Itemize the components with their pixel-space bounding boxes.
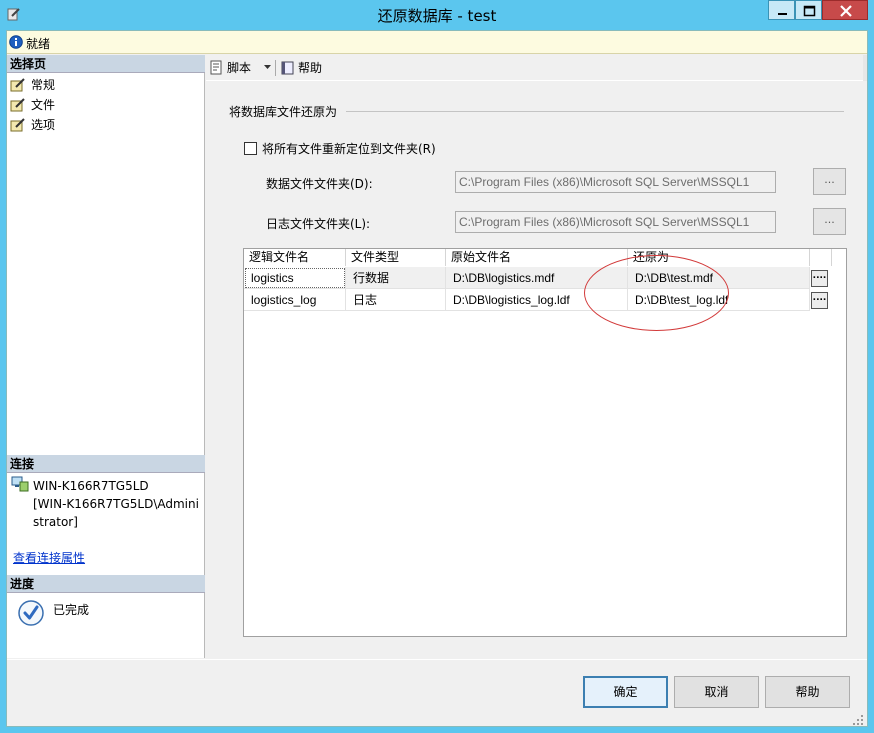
relocate-all-files-checkbox[interactable] — [244, 142, 257, 155]
close-button[interactable] — [822, 0, 868, 20]
script-label: 脚本 — [227, 61, 252, 75]
cell-restore-as[interactable]: D:\DB\test.mdf — [628, 267, 810, 289]
row-browse-button[interactable]: .... — [811, 270, 828, 287]
page-icon — [10, 78, 25, 92]
connection-user-line1: [WIN-K166R7TG5LD\Admini — [33, 497, 199, 511]
select-page-header: 选择页 — [7, 55, 205, 73]
table-row[interactable]: logistics_log 日志 D:\DB\logistics_log.ldf… — [244, 289, 832, 311]
log-folder-label: 日志文件文件夹(L): — [266, 217, 371, 231]
minimize-button[interactable] — [768, 0, 795, 20]
script-icon — [210, 60, 222, 75]
ok-button[interactable]: 确定 — [583, 676, 668, 708]
chevron-down-icon — [264, 65, 271, 69]
left-pane: 选择页 常规 文件 选项 连接 WIN-K166R7TG5LD [WIN-K16… — [7, 55, 205, 658]
cell-original-file-name[interactable]: D:\DB\logistics.mdf — [446, 267, 628, 289]
info-icon — [9, 35, 23, 49]
checkmark-icon — [18, 600, 44, 626]
maximize-button[interactable] — [795, 0, 822, 20]
toolbar: 脚本 帮助 — [206, 55, 867, 81]
log-folder-input[interactable]: C:\Program Files (x86)\Microsoft SQL Ser… — [455, 211, 776, 233]
table-row[interactable]: logistics 行数据 D:\DB\logistics.mdf D:\DB\… — [244, 267, 832, 289]
status-text: 就绪 — [26, 37, 51, 51]
button-bar: 确定 取消 帮助 — [7, 659, 867, 726]
cell-logical-name[interactable]: logistics — [244, 267, 346, 289]
script-button[interactable]: 脚本 — [209, 60, 271, 76]
help-button[interactable]: 帮助 — [765, 676, 850, 708]
window-title: 还原数据库 - test — [377, 7, 497, 25]
column-header-logical-name[interactable]: 逻辑文件名 — [244, 249, 346, 266]
restore-database-window: 还原数据库 - test 就绪 选择页 常规 文件 选项 连接 WIN-K166… — [0, 0, 874, 733]
view-connection-properties-link[interactable]: 查看连接属性 — [13, 549, 85, 566]
cell-original-file-name[interactable]: D:\DB\logistics_log.ldf — [446, 289, 628, 311]
log-folder-browse-button[interactable]: ... — [813, 208, 846, 235]
column-header-browse — [810, 249, 832, 266]
title-bar[interactable]: 还原数据库 - test — [0, 0, 874, 30]
toolbar-separator — [275, 60, 276, 76]
minimize-icon — [778, 13, 787, 15]
connection-info: WIN-K166R7TG5LD [WIN-K166R7TG5LD\Admini … — [33, 477, 203, 531]
column-header-original-file-name[interactable]: 原始文件名 — [446, 249, 628, 266]
relocate-all-files-label[interactable]: 将所有文件重新定位到文件夹(R) — [262, 140, 436, 157]
cell-restore-as[interactable]: D:\DB\test_log.ldf — [628, 289, 810, 311]
row-browse-button[interactable]: .... — [811, 292, 828, 309]
status-bar: 就绪 — [7, 31, 867, 54]
right-pane: 脚本 帮助 将数据库文件还原为 将所有文件重新定位到文件夹(R) 数据文件文件夹… — [206, 55, 867, 658]
help-toolbar-label: 帮助 — [298, 61, 323, 75]
data-folder-browse-button[interactable]: ... — [813, 168, 846, 195]
help-toolbar-button[interactable]: 帮助 — [280, 60, 330, 76]
column-header-restore-as[interactable]: 还原为 — [628, 249, 810, 266]
page-icon — [10, 118, 25, 132]
page-item-label: 文件 — [31, 98, 56, 112]
cell-file-type[interactable]: 行数据 — [346, 267, 446, 289]
close-icon — [840, 5, 852, 17]
page-item-label: 选项 — [31, 118, 56, 132]
help-icon — [281, 61, 294, 75]
maximize-icon — [803, 5, 816, 17]
resize-grip-icon[interactable] — [852, 714, 864, 726]
connection-user-line2: strator] — [33, 515, 78, 529]
progress-header: 进度 — [7, 575, 205, 593]
group-divider — [346, 111, 844, 112]
data-folder-label: 数据文件文件夹(D): — [266, 177, 373, 191]
files-grid: 逻辑文件名 文件类型 原始文件名 还原为 logistics 行数据 D:\DB… — [243, 248, 847, 637]
restore-as-group-title: 将数据库文件还原为 — [229, 105, 338, 119]
connection-server: WIN-K166R7TG5LD — [33, 479, 149, 493]
connection-icon — [11, 476, 29, 492]
page-icon — [10, 98, 25, 112]
progress-status: 已完成 — [53, 603, 90, 617]
cell-logical-name[interactable]: logistics_log — [244, 289, 346, 311]
cell-file-type[interactable]: 日志 — [346, 289, 446, 311]
cancel-button[interactable]: 取消 — [674, 676, 759, 708]
page-item-label: 常规 — [31, 78, 56, 92]
data-folder-input[interactable]: C:\Program Files (x86)\Microsoft SQL Ser… — [455, 171, 776, 193]
connection-header: 连接 — [7, 455, 205, 473]
column-header-file-type[interactable]: 文件类型 — [346, 249, 446, 266]
grid-header: 逻辑文件名 文件类型 原始文件名 还原为 — [244, 249, 832, 266]
toolbar-scroll-edge — [863, 55, 867, 81]
dialog-client: 就绪 选择页 常规 文件 选项 连接 WIN-K166R7TG5LD [WIN-… — [6, 30, 868, 727]
